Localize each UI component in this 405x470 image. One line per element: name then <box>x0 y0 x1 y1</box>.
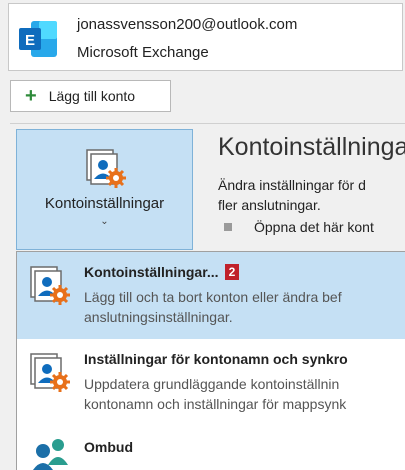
menu-item-title-text: Kontoinställningar... <box>84 264 219 280</box>
exchange-logo-letter: E <box>25 32 35 49</box>
account-settings-icon <box>30 266 70 305</box>
chevron-down-icon: ⌄ <box>100 216 109 227</box>
menu-item-title: Kontoinställningar... 2 <box>84 264 240 280</box>
account-email: jonassvensson200@outlook.com <box>77 16 298 33</box>
menu-item-delegates[interactable]: Ombud <box>17 425 405 470</box>
menu-item-account-name-sync[interactable]: Inställningar för kontonamn och synkro U… <box>17 339 405 425</box>
section-description-line1: Ändra inställningar för d <box>218 177 366 193</box>
account-name-sync-icon <box>30 353 70 392</box>
divider <box>10 123 405 124</box>
account-settings-button[interactable]: Kontoinställningar ⌄ <box>16 129 193 250</box>
section-description: Ändra inställningar för d fler anslutnin… <box>218 175 405 215</box>
menu-item-description: Uppdatera grundläggande kontoinställnin … <box>84 374 346 414</box>
bullet-icon <box>224 223 232 231</box>
add-account-label: Lägg till konto <box>48 88 136 104</box>
account-settings-menu: Kontoinställningar... 2 Lägg till och ta … <box>16 251 405 470</box>
account-settings-icon <box>86 149 126 188</box>
delegate-people-icon <box>33 439 68 470</box>
menu-item-description-line1: Uppdatera grundläggande kontoinställnin <box>84 376 340 392</box>
section-description-line2: fler anslutningar. <box>218 197 321 213</box>
exchange-logo-icon: E <box>19 21 57 57</box>
account-panel: E jonassvensson200@outlook.com Microsoft… <box>8 3 403 71</box>
menu-item-account-settings[interactable]: Kontoinställningar... 2 Lägg till och ta … <box>17 252 405 339</box>
menu-item-description-line1: Lägg till och ta bort konton eller ändra… <box>84 289 342 305</box>
menu-item-title: Inställningar för kontonamn och synkro <box>84 351 348 367</box>
open-account-link[interactable]: Öppna det här kont <box>254 219 374 235</box>
menu-item-title: Ombud <box>84 439 133 455</box>
account-settings-label: Kontoinställningar <box>44 195 165 212</box>
section-title: Kontoinställninga <box>218 133 405 161</box>
step-badge: 2 <box>224 264 240 280</box>
plus-icon: + <box>25 85 37 107</box>
menu-item-description-line2: kontonamn och inställningar för mappsynk <box>84 396 347 412</box>
menu-item-description: Lägg till och ta bort konton eller ändra… <box>84 287 342 327</box>
menu-item-description-line2: anslutningsinställningar. <box>84 309 233 325</box>
add-account-button[interactable]: + Lägg till konto <box>10 80 171 112</box>
account-type: Microsoft Exchange <box>77 44 209 61</box>
